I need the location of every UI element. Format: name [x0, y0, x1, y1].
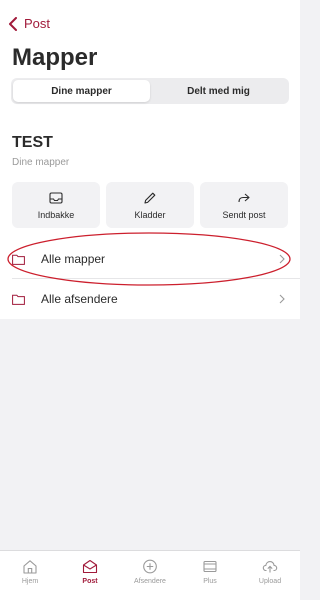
- pencil-icon: [144, 192, 156, 204]
- plus-circle-icon: [143, 559, 157, 574]
- share-arrow-icon: [238, 193, 250, 202]
- tab-post[interactable]: Post: [60, 551, 120, 600]
- tab-plus-label: Plus: [203, 578, 217, 585]
- back-label: Post: [24, 16, 51, 31]
- chevron-left-icon: [9, 16, 17, 31]
- tab-afsendere[interactable]: Afsendere: [120, 551, 180, 600]
- tab-hjem[interactable]: Hjem: [0, 551, 60, 600]
- tab-bar: Hjem Post Afsendere Plus Upload: [0, 550, 300, 600]
- inbox-label: Indbakke: [37, 209, 75, 220]
- segmented-control: Dine mapper Delt med mig: [11, 78, 289, 104]
- tray-icon: [203, 560, 217, 573]
- sent-button[interactable]: Sendt post: [200, 182, 288, 228]
- inbox-button[interactable]: Indbakke: [12, 182, 100, 228]
- inbox-icon: [49, 191, 63, 204]
- drafts-button[interactable]: Kladder: [106, 182, 194, 228]
- tab-plus[interactable]: Plus: [180, 551, 240, 600]
- tab-upload-label: Upload: [258, 578, 282, 585]
- tab-upload[interactable]: Upload: [240, 551, 300, 600]
- page-title: Mapper: [12, 44, 98, 71]
- segment-delt-med-mig[interactable]: Delt med mig: [150, 80, 287, 102]
- home-icon: [23, 560, 37, 574]
- drafts-label: Kladder: [134, 209, 166, 220]
- tab-post-label: Post: [82, 578, 98, 585]
- account-subtitle: Dine mapper: [12, 157, 70, 168]
- cloud-upload-icon: [262, 561, 278, 573]
- envelope-icon: [82, 559, 98, 574]
- tab-hjem-label: Hjem: [21, 578, 39, 585]
- tab-afsendere-label: Afsendere: [134, 578, 166, 585]
- main-panel: Post Mapper Dine mapper Delt med mig TES…: [0, 0, 300, 319]
- sent-label: Sendt post: [222, 209, 266, 220]
- all-senders-label: Alle afsendere: [41, 292, 118, 306]
- segment-dine-mapper[interactable]: Dine mapper: [13, 80, 150, 102]
- quick-actions: Indbakke Kladder Sendt post: [12, 182, 288, 228]
- chevron-right-icon: [279, 294, 285, 304]
- back-button[interactable]: Post: [8, 16, 50, 31]
- highlight-ellipse: [7, 232, 291, 286]
- account-title: TEST: [12, 134, 53, 151]
- folder-icon: [12, 294, 25, 305]
